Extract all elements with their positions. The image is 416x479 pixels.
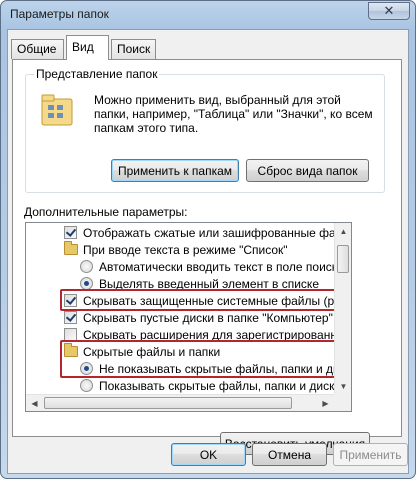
- radio-button[interactable]: [80, 260, 93, 273]
- ok-button[interactable]: OK: [171, 443, 246, 466]
- scroll-up-icon[interactable]: ▲: [335, 223, 351, 240]
- apply-button[interactable]: Применить: [333, 443, 408, 466]
- tab-view[interactable]: Вид: [66, 35, 109, 60]
- folder-view-description: Можно применить вид, выбранный для этой …: [94, 93, 373, 135]
- folder-options-window: Параметры папок ✕ Общие Вид Поиск Предст…: [0, 0, 416, 479]
- list-item-label: Не показывать скрытые файлы, папки и дис…: [99, 362, 336, 376]
- tab-general[interactable]: Общие: [11, 39, 64, 59]
- radio-button[interactable]: [80, 362, 93, 375]
- close-icon: ✕: [383, 3, 395, 18]
- apply-to-folders-button[interactable]: Применить к папкам: [111, 159, 239, 182]
- window-title: Параметры папок: [10, 7, 109, 21]
- list-item-label: Автоматически вводить текст в поле поиск…: [99, 260, 336, 274]
- scroll-left-icon[interactable]: ◀: [26, 395, 43, 411]
- checkbox[interactable]: [64, 328, 77, 341]
- list-item-label: Отображать сжатые или зашифрованные файл…: [83, 226, 336, 240]
- radio-button[interactable]: [80, 379, 93, 392]
- list-item-label: Выделять введенный элемент в списке: [99, 277, 319, 291]
- folder-view-icon: [41, 94, 73, 126]
- close-button[interactable]: ✕: [368, 2, 410, 20]
- scroll-down-icon[interactable]: ▼: [335, 378, 351, 395]
- folder-view-group: Представление папок Можно применить вид,…: [25, 67, 385, 193]
- dialog-client-area: Общие Вид Поиск Представление папок Можн…: [7, 29, 409, 474]
- list-item-label: Скрывать расширения для зарегистрированн…: [83, 328, 336, 342]
- advanced-settings-viewport: Отображать сжатые или зашифрованные файл…: [26, 223, 336, 395]
- folder-icon: [64, 343, 78, 357]
- horizontal-scroll-thumb[interactable]: [44, 397, 292, 409]
- advanced-settings-list[interactable]: Отображать сжатые или зашифрованные файл…: [25, 222, 352, 412]
- advanced-settings-label: Дополнительные параметры:: [24, 205, 188, 219]
- list-item-label: Скрытые файлы и папки: [83, 345, 221, 359]
- vertical-scroll-thumb[interactable]: [337, 245, 349, 273]
- checkbox[interactable]: [64, 226, 77, 239]
- cancel-button[interactable]: Отмена: [252, 443, 327, 466]
- folder-view-legend: Представление папок: [34, 67, 160, 81]
- scroll-right-icon[interactable]: ▶: [317, 395, 334, 411]
- list-item-label: Показывать скрытые файлы, папки и диски: [99, 379, 336, 393]
- reset-folders-button[interactable]: Сброс вида папок: [246, 159, 369, 182]
- checkbox[interactable]: [64, 311, 77, 324]
- scrollbar-corner: [334, 394, 351, 411]
- list-item-label: Скрывать защищенные системные файлы (рек…: [83, 294, 336, 308]
- folder-icon: [64, 241, 78, 255]
- list-item-label: При вводе текста в режиме "Список": [83, 243, 288, 257]
- radio-button[interactable]: [80, 277, 93, 290]
- tab-search[interactable]: Поиск: [111, 39, 156, 59]
- view-tab-panel: Представление папок Можно применить вид,…: [12, 59, 402, 455]
- vertical-scrollbar[interactable]: ▲ ▼: [334, 223, 351, 395]
- title-bar[interactable]: Параметры папок ✕: [1, 1, 415, 29]
- horizontal-scrollbar[interactable]: ◀ ▶: [26, 394, 334, 411]
- checkbox[interactable]: [64, 294, 77, 307]
- list-item-label: Скрывать пустые диски в папке "Компьютер…: [83, 311, 333, 325]
